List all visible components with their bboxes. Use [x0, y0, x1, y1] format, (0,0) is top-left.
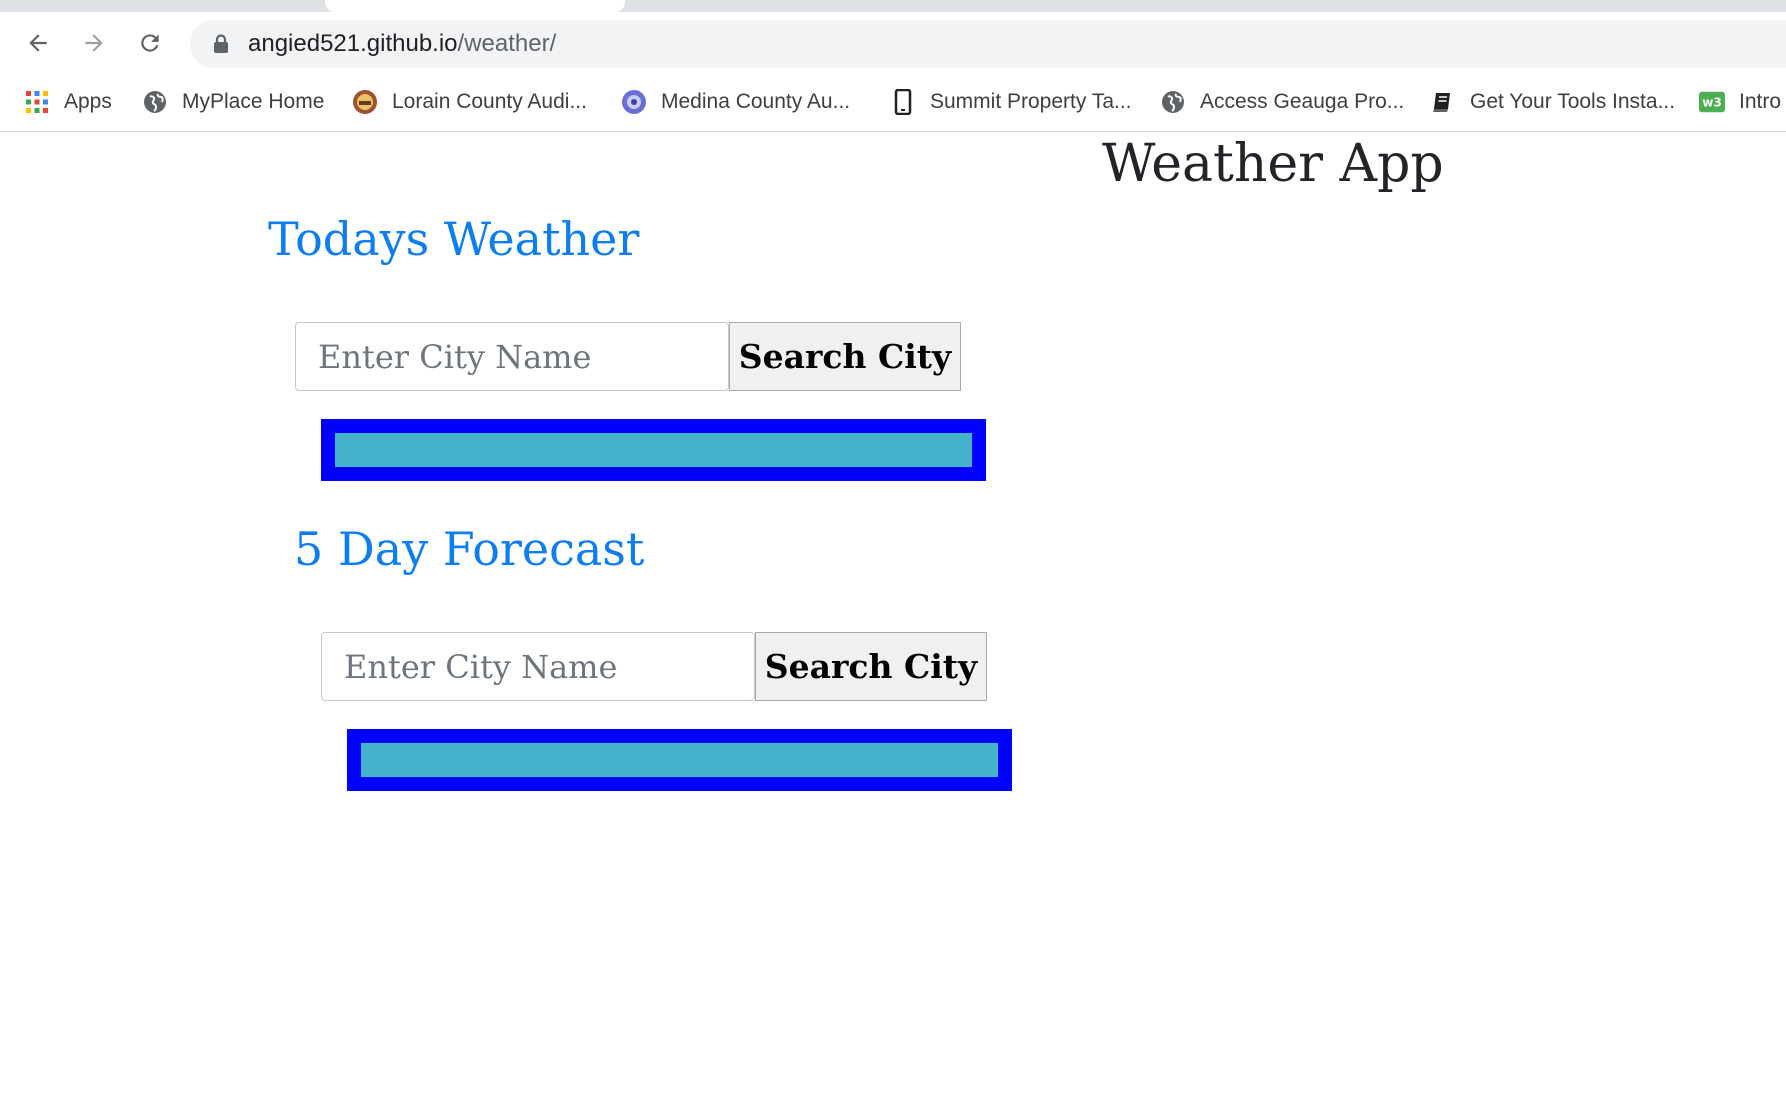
bookmark-label: Apps [64, 90, 112, 113]
globe-icon [142, 89, 168, 115]
bookmark-medina-county[interactable]: Medina County Au... [621, 86, 850, 118]
page-content: Weather App Todays Weather Search City 5… [0, 132, 1786, 1117]
back-arrow-icon [29, 34, 47, 52]
url-path: /weather/ [457, 30, 557, 57]
svg-text:w3: w3 [1702, 96, 1722, 110]
forward-arrow-icon [85, 34, 103, 52]
lock-icon [214, 34, 228, 53]
today-search-button[interactable]: Search City [729, 322, 961, 391]
bookmark-lorain-county[interactable]: Lorain County Audi... [352, 86, 587, 118]
bookmarks-bar: Apps MyPlace Home Lorain County Audi... [0, 76, 1786, 132]
bookmark-label: Access Geauga Pro... [1200, 90, 1405, 113]
bookmark-summit-property[interactable]: Summit Property Ta... [890, 86, 1132, 118]
url-domain: angied521.github.io [248, 30, 458, 57]
forecast-search-button[interactable]: Search City [755, 632, 987, 701]
browser-tab-strip [0, 0, 1786, 12]
back-button[interactable] [16, 26, 60, 60]
page-title: Weather App [1102, 134, 1444, 194]
browser-toolbar: angied521.github.io/weather/ [0, 12, 1786, 76]
bookmark-myplace-home[interactable]: MyPlace Home [142, 86, 324, 118]
bookmark-label: MyPlace Home [182, 90, 325, 113]
phone-icon [890, 89, 916, 115]
bookmark-get-your-tools[interactable]: Get Your Tools Insta... [1430, 86, 1675, 118]
county-seal-icon [621, 89, 647, 115]
w3-icon: w3 [1699, 89, 1725, 115]
bookmark-intro[interactable]: w3 Intro [1699, 86, 1781, 118]
today-city-input[interactable] [295, 322, 729, 391]
bookmark-label: Get Your Tools Insta... [1470, 90, 1676, 113]
todays-weather-heading: Todays Weather [268, 212, 640, 266]
today-weather-result [321, 419, 986, 481]
globe-icon [1160, 89, 1186, 115]
bookmark-label: Intro [1739, 90, 1782, 113]
reload-button[interactable] [128, 26, 172, 60]
active-tab[interactable] [325, 0, 625, 12]
url-text[interactable]: angied521.github.io/weather/ [248, 20, 556, 68]
forecast-result [347, 729, 1012, 791]
reload-icon [141, 34, 159, 52]
bookmark-apps[interactable]: Apps [24, 86, 112, 118]
address-bar[interactable]: angied521.github.io/weather/ [190, 20, 1786, 68]
bookmark-label: Summit Property Ta... [930, 90, 1132, 113]
forecast-city-input[interactable] [321, 632, 755, 701]
bookmark-access-geauga[interactable]: Access Geauga Pro... [1160, 86, 1404, 118]
forward-button[interactable] [72, 26, 116, 60]
book-icon [1430, 89, 1456, 115]
five-day-forecast-heading: 5 Day Forecast [294, 522, 645, 576]
bookmark-label: Lorain County Audi... [392, 90, 587, 113]
bookmark-label: Medina County Au... [661, 90, 851, 113]
county-seal-icon [352, 89, 378, 115]
apps-grid-icon [24, 89, 50, 115]
